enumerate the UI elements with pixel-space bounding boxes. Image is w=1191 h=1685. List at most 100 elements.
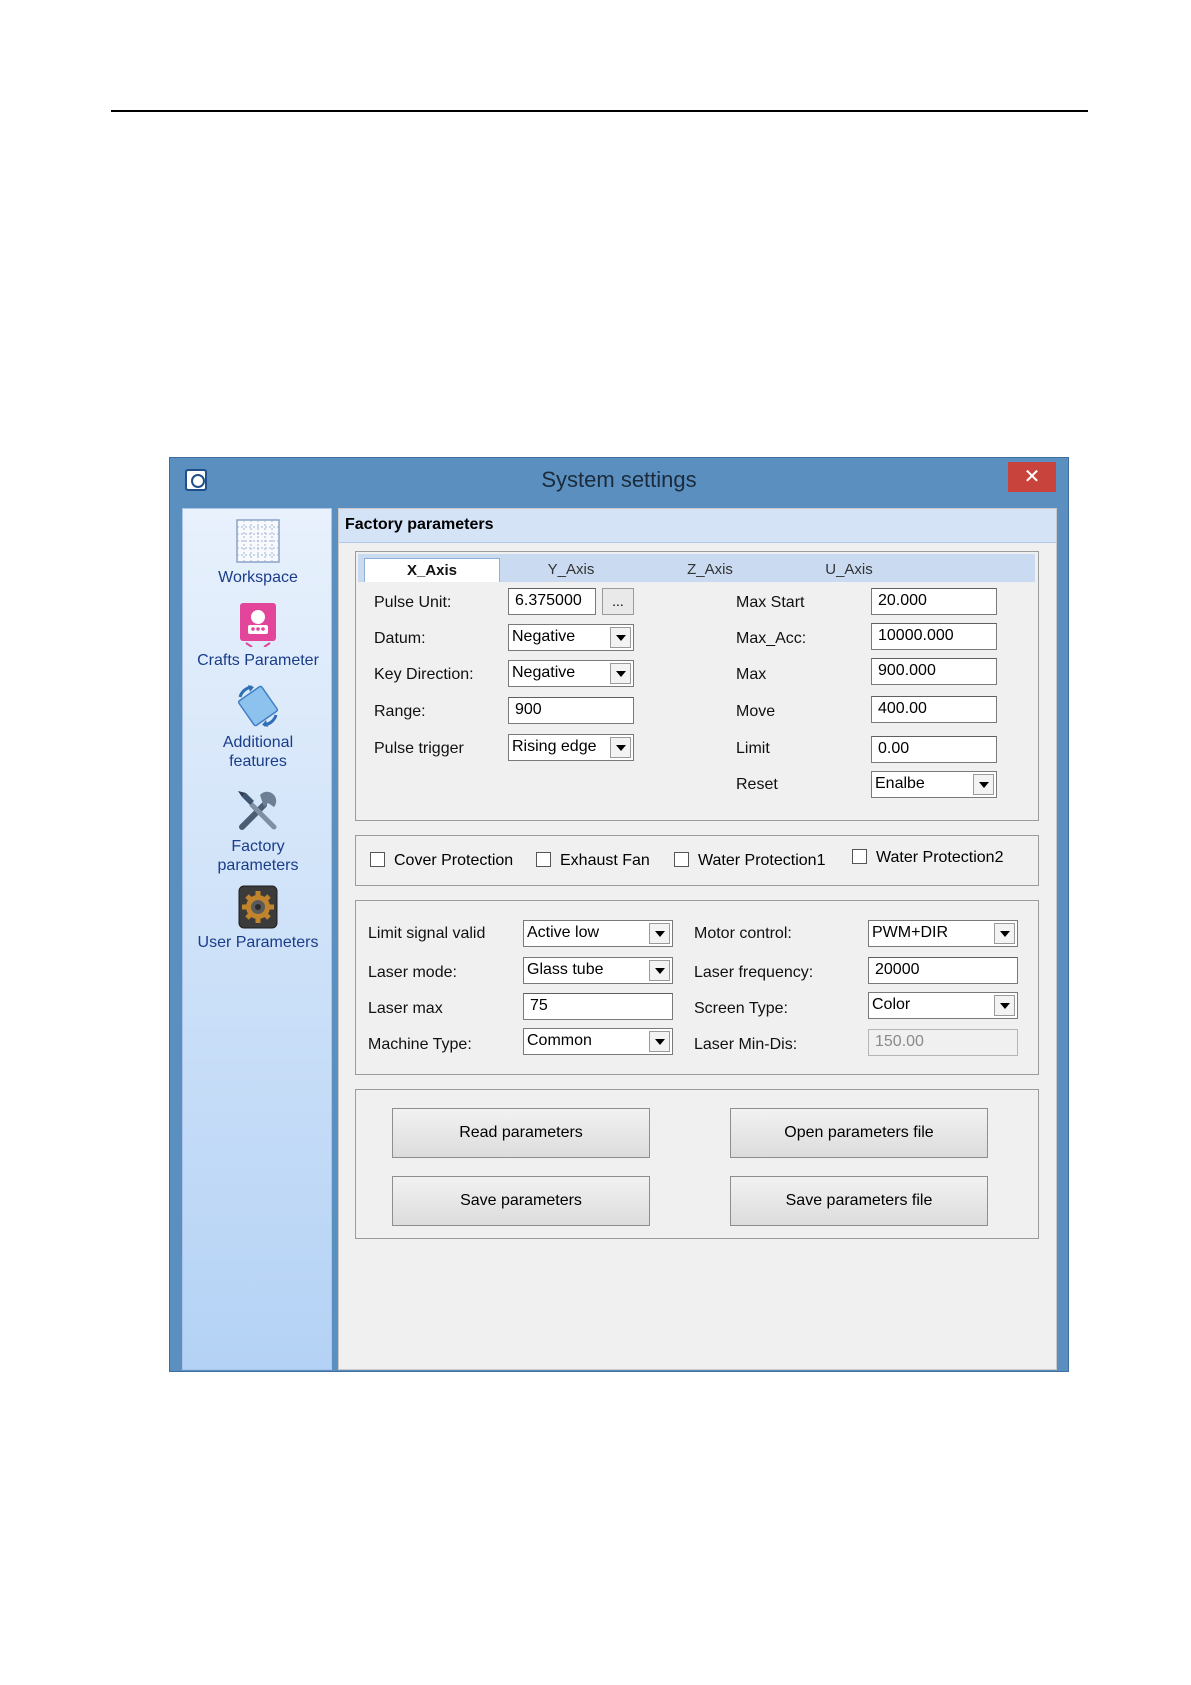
cover-protection-label: Cover Protection xyxy=(394,852,514,869)
checkbox-box xyxy=(852,849,867,864)
sidebar-item-crafts-parameter[interactable]: Crafts Parameter xyxy=(183,601,333,670)
system-settings-window: System settings ✕ Workspace Crafts Param… xyxy=(169,457,1069,1372)
pulse-unit-input[interactable]: 6.375000 xyxy=(508,588,596,615)
axis-tabs: X_Axis Y_Axis Z_Axis U_Axis xyxy=(358,554,1035,582)
max-start-label: Max Start xyxy=(736,594,805,611)
pulse-unit-browse-button[interactable]: ... xyxy=(602,588,634,615)
exhaust-fan-checkbox[interactable]: Exhaust Fan xyxy=(536,852,650,870)
sidebar-item-factory-parameters[interactable]: Factory parameters xyxy=(183,785,333,875)
chevron-down-icon xyxy=(649,923,670,944)
machine-type-label: Machine Type: xyxy=(368,1036,472,1053)
sidebar-item-label: User Parameters xyxy=(197,934,319,951)
gear-icon xyxy=(238,885,278,929)
tab-u-axis[interactable]: U_Axis xyxy=(781,558,917,582)
machine-type-value: Common xyxy=(527,1032,592,1049)
sidebar-item-label: Additional xyxy=(222,734,294,751)
page-rule xyxy=(111,110,1088,112)
sidebar-item-label: Crafts Parameter xyxy=(197,652,319,669)
motor-control-label: Motor control: xyxy=(694,925,792,942)
tab-z-axis[interactable]: Z_Axis xyxy=(642,558,778,582)
max-label: Max xyxy=(736,666,767,683)
chevron-down-icon xyxy=(994,995,1015,1016)
sidebar-item-label: Workspace xyxy=(218,569,298,586)
pulse-trigger-select[interactable]: Rising edge xyxy=(508,734,634,761)
reset-value: Enalbe xyxy=(875,775,925,792)
chevron-down-icon xyxy=(994,923,1015,944)
protection-group: Cover Protection Exhaust Fan Water Prote… xyxy=(355,835,1039,886)
limit-signal-value: Active low xyxy=(527,924,600,941)
axis-settings-group: X_Axis Y_Axis Z_Axis U_Axis Pulse Unit: … xyxy=(355,551,1039,821)
max-start-input[interactable]: 20.000 xyxy=(871,588,997,615)
sidebar-item-workspace[interactable]: Workspace xyxy=(183,518,333,587)
content-header: Factory parameters xyxy=(339,509,1056,543)
read-parameters-button[interactable]: Read parameters xyxy=(392,1108,650,1158)
move-label: Move xyxy=(736,703,776,720)
datum-select[interactable]: Negative xyxy=(508,624,634,651)
chevron-down-icon xyxy=(649,960,670,981)
motor-control-value: PWM+DIR xyxy=(872,924,948,941)
robot-icon xyxy=(240,603,276,647)
laser-frequency-input[interactable]: 20000 xyxy=(868,957,1018,984)
laser-mode-select[interactable]: Glass tube xyxy=(523,957,673,984)
laser-mode-label: Laser mode: xyxy=(368,964,457,981)
checkbox-box xyxy=(536,852,551,867)
limit-signal-label: Limit signal valid xyxy=(368,925,486,942)
max-input[interactable]: 900.000 xyxy=(871,658,997,685)
key-direction-value: Negative xyxy=(512,664,576,681)
cover-protection-checkbox[interactable]: Cover Protection xyxy=(370,852,513,870)
range-input[interactable]: 900 xyxy=(508,697,634,724)
limit-label: Limit xyxy=(736,740,770,757)
checkbox-box xyxy=(674,852,689,867)
sidebar-item-label: features xyxy=(229,753,287,770)
datum-label: Datum: xyxy=(374,630,426,647)
sidebar-item-user-parameters[interactable]: User Parameters xyxy=(183,885,333,952)
laser-max-input[interactable]: 75 xyxy=(523,993,673,1020)
sidebar-item-label: parameters xyxy=(217,857,299,874)
motor-control-select[interactable]: PWM+DIR xyxy=(868,920,1018,947)
sync-icon xyxy=(237,685,279,727)
laser-mode-value: Glass tube xyxy=(527,961,604,978)
checkbox-box xyxy=(370,852,385,867)
laser-min-dis-input: 150.00 xyxy=(868,1029,1018,1056)
key-direction-select[interactable]: Negative xyxy=(508,660,634,687)
machine-settings-group: Limit signal valid Active low Laser mode… xyxy=(355,900,1039,1075)
limit-signal-select[interactable]: Active low xyxy=(523,920,673,947)
max-acc-input[interactable]: 10000.000 xyxy=(871,623,997,650)
machine-type-select[interactable]: Common xyxy=(523,1028,673,1055)
chevron-down-icon xyxy=(610,737,631,758)
close-button[interactable]: ✕ xyxy=(1008,462,1056,492)
sidebar: Workspace Crafts Parameter Additional fe… xyxy=(182,508,332,1370)
sidebar-item-additional-features[interactable]: Additional features xyxy=(183,683,333,771)
tab-y-axis[interactable]: Y_Axis xyxy=(503,558,639,582)
water-protection2-checkbox[interactable]: Water Protection2 xyxy=(852,849,1003,867)
water-protection1-label: Water Protection1 xyxy=(698,852,826,869)
save-parameters-button[interactable]: Save parameters xyxy=(392,1176,650,1226)
reset-select[interactable]: Enalbe xyxy=(871,771,997,798)
move-input[interactable]: 400.00 xyxy=(871,696,997,723)
tools-icon xyxy=(238,791,277,830)
titlebar: System settings ✕ xyxy=(170,458,1068,496)
laser-max-label: Laser max xyxy=(368,1000,443,1017)
water-protection2-label: Water Protection2 xyxy=(876,849,1004,866)
pulse-trigger-label: Pulse trigger xyxy=(374,740,464,757)
screen-type-select[interactable]: Color xyxy=(868,992,1018,1019)
laser-min-dis-label: Laser Min-Dis: xyxy=(694,1036,798,1053)
limit-input[interactable]: 0.00 xyxy=(871,736,997,763)
open-parameters-file-button[interactable]: Open parameters file xyxy=(730,1108,988,1158)
key-direction-label: Key Direction: xyxy=(374,666,474,683)
screen-type-label: Screen Type: xyxy=(694,1000,788,1017)
datum-value: Negative xyxy=(512,628,576,645)
actions-group: Read parameters Open parameters file Sav… xyxy=(355,1089,1039,1239)
tab-x-axis[interactable]: X_Axis xyxy=(364,558,500,582)
laser-frequency-label: Laser frequency: xyxy=(694,964,814,981)
window-title: System settings xyxy=(541,467,697,492)
pulse-unit-label: Pulse Unit: xyxy=(374,594,452,611)
reset-label: Reset xyxy=(736,776,778,793)
water-protection1-checkbox[interactable]: Water Protection1 xyxy=(674,852,825,870)
chevron-down-icon xyxy=(649,1031,670,1052)
max-acc-label: Max_Acc: xyxy=(736,630,807,647)
chevron-down-icon xyxy=(610,663,631,684)
content-panel: Factory parameters X_Axis Y_Axis Z_Axis … xyxy=(338,508,1057,1370)
save-parameters-file-button[interactable]: Save parameters file xyxy=(730,1176,988,1226)
screen-type-value: Color xyxy=(872,996,911,1013)
